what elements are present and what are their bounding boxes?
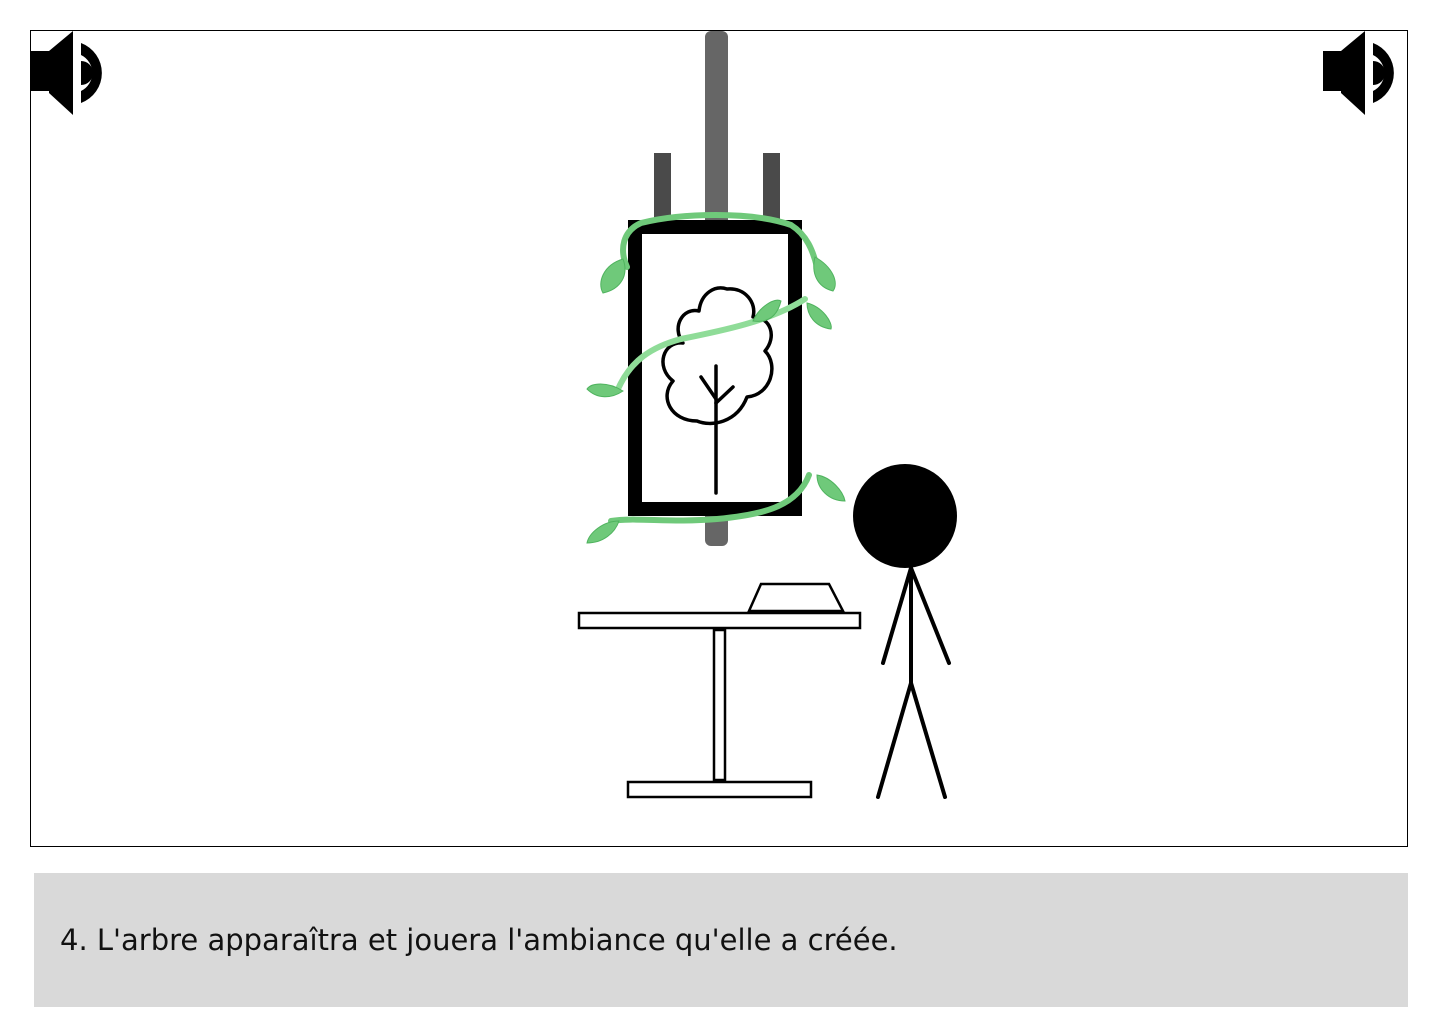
illustration-stage [30, 30, 1408, 847]
speaker-icon-left[interactable] [31, 31, 102, 115]
scene-illustration [31, 31, 1394, 799]
table [577, 582, 862, 799]
speaker-icon-right[interactable] [1323, 31, 1394, 115]
device-on-table [747, 582, 846, 613]
leaf [600, 258, 626, 294]
stick-figure-person [853, 464, 957, 799]
leaf [813, 256, 836, 292]
leaf [586, 520, 620, 544]
caption-box: 4. L'arbre apparaîtra et jouera l'ambian… [34, 873, 1408, 1007]
caption-text: 4. L'arbre apparaîtra et jouera l'ambian… [60, 923, 898, 957]
leaf [816, 474, 846, 502]
leaf [806, 302, 832, 330]
